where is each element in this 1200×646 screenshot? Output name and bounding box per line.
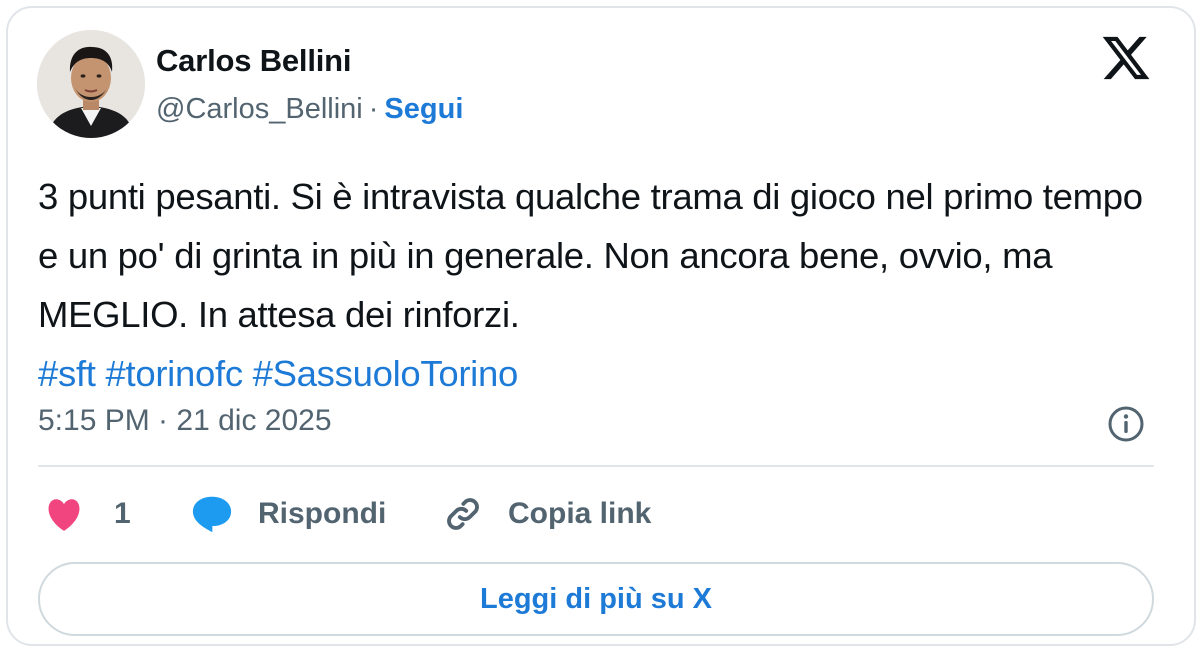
action-bar: 1 Rispondi Copia link — [38, 494, 1154, 534]
like-button[interactable]: 1 — [44, 494, 131, 534]
x-logo-icon[interactable] — [1100, 32, 1152, 84]
hashtag-link[interactable]: #SassuoloTorino — [253, 353, 519, 394]
reply-button[interactable]: Rispondi — [190, 494, 386, 534]
tweet-timestamp[interactable]: 5:15 PM · 21 dic 2025 — [38, 404, 332, 438]
follow-button[interactable]: Segui — [384, 93, 463, 125]
info-icon[interactable] — [1106, 404, 1146, 444]
copy-link-label: Copia link — [508, 497, 652, 530]
like-count: 1 — [114, 497, 131, 530]
heart-icon — [48, 499, 80, 531]
author-handle-row: @Carlos_Bellini · Segui — [156, 93, 463, 126]
read-more-button[interactable]: Leggi di più su X — [38, 562, 1154, 636]
speech-bubble-icon — [192, 496, 232, 533]
hashtag-link[interactable]: #torinofc — [105, 353, 243, 394]
author-name[interactable]: Carlos Bellini — [156, 43, 352, 79]
link-icon — [447, 498, 479, 530]
copy-link-button[interactable]: Copia link — [442, 494, 651, 534]
tweet-text: 3 punti pesanti. Si è intravista qualche… — [38, 167, 1168, 403]
avatar[interactable] — [37, 30, 145, 138]
hashtag-list: #sft #torinofc #SassuoloTorino — [38, 353, 518, 394]
author-handle[interactable]: @Carlos_Bellini — [156, 93, 363, 125]
separator-dot: · — [368, 93, 379, 125]
reply-label: Rispondi — [258, 497, 387, 530]
hashtag-link[interactable]: #sft — [38, 353, 96, 394]
tweet-body: 3 punti pesanti. Si è intravista qualche… — [38, 176, 1143, 335]
divider — [38, 465, 1154, 467]
